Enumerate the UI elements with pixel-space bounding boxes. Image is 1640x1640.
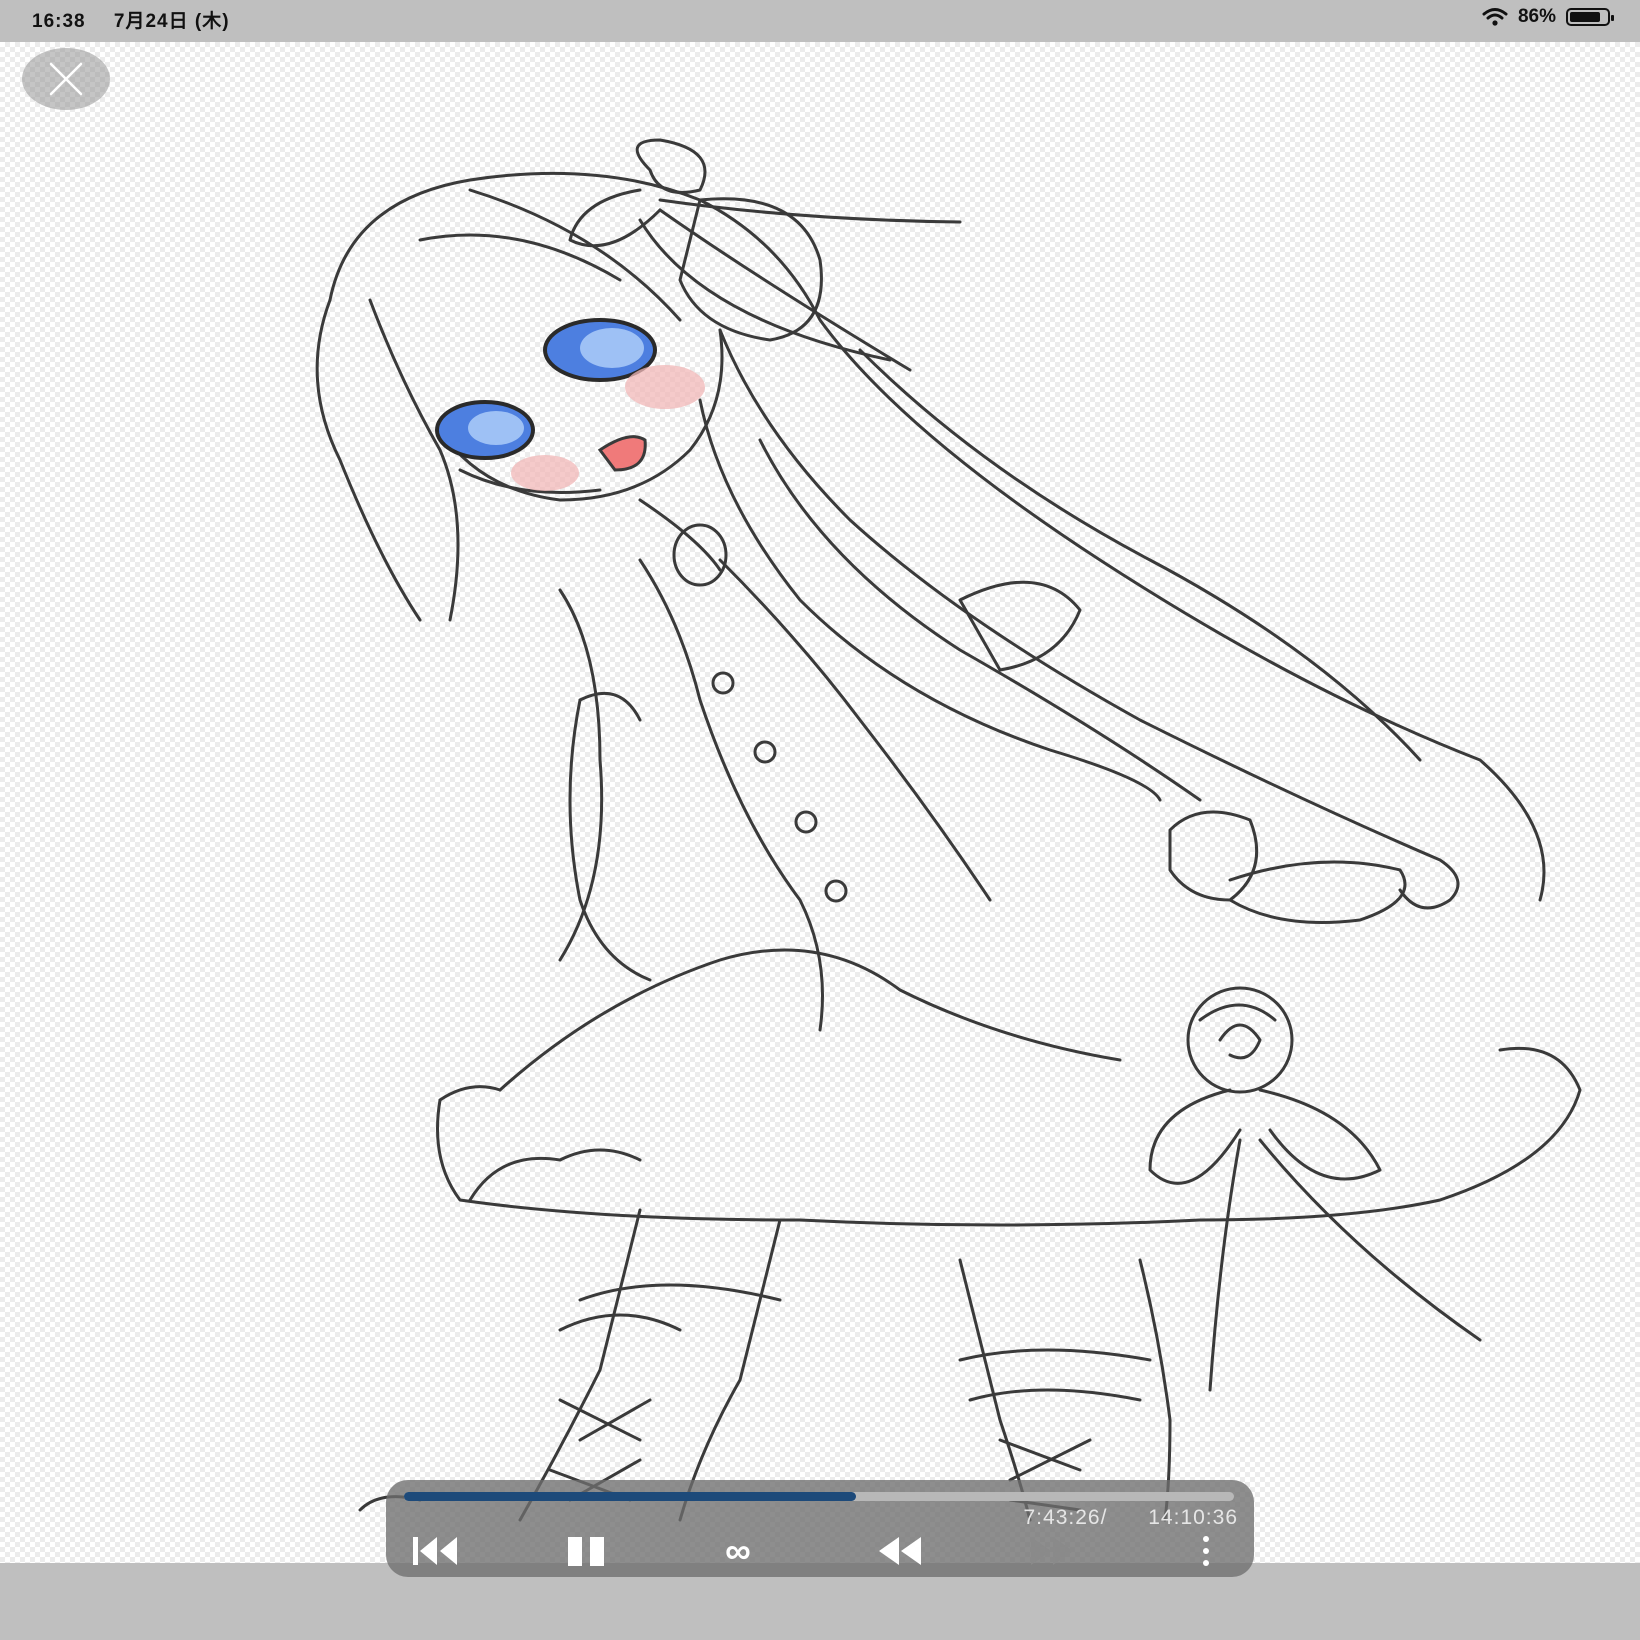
total-time: 14:10:36 — [1148, 1506, 1238, 1529]
wifi-icon — [1482, 8, 1508, 26]
rewind-icon — [879, 1537, 921, 1565]
status-bar: 16:38 7月24日 (木) 86% — [0, 0, 1640, 42]
skip-to-start-icon — [413, 1537, 457, 1565]
pause-icon — [568, 1537, 604, 1566]
rewind-button[interactable] — [870, 1528, 930, 1574]
battery-level — [1570, 12, 1601, 22]
time-display: 7:43:26/ 14:10:36 — [1024, 1506, 1239, 1530]
progress-slider[interactable] — [404, 1492, 1234, 1501]
close-icon — [49, 62, 83, 96]
status-date: 7月24日 (木) — [113, 11, 230, 32]
status-left: 16:38 7月24日 (木) — [32, 6, 252, 33]
current-time: 7:43:26/ — [1023, 1506, 1108, 1529]
skip-to-start-button[interactable] — [406, 1528, 466, 1574]
status-time: 16:38 — [32, 11, 86, 32]
battery-tip — [1611, 15, 1614, 21]
control-buttons: ∞ — [386, 1528, 1254, 1574]
more-options-icon — [1203, 1536, 1209, 1566]
fast-forward-button[interactable] — [1022, 1528, 1082, 1574]
close-button[interactable] — [22, 48, 110, 110]
artwork-canvas — [0, 42, 1640, 1563]
status-right: 86% — [1482, 6, 1614, 28]
pause-button[interactable] — [558, 1528, 618, 1574]
loop-button[interactable]: ∞ — [708, 1528, 768, 1574]
battery-percentage: 86% — [1517, 6, 1556, 27]
more-options-button[interactable] — [1186, 1528, 1226, 1574]
battery-icon — [1566, 8, 1614, 26]
loop-icon: ∞ — [725, 1530, 751, 1571]
line-art-illustration — [315, 138, 1582, 1522]
progress-fill — [404, 1492, 856, 1501]
playback-controls: 7:43:26/ 14:10:36 ∞ — [386, 1480, 1254, 1577]
fast-forward-icon — [1031, 1537, 1073, 1565]
